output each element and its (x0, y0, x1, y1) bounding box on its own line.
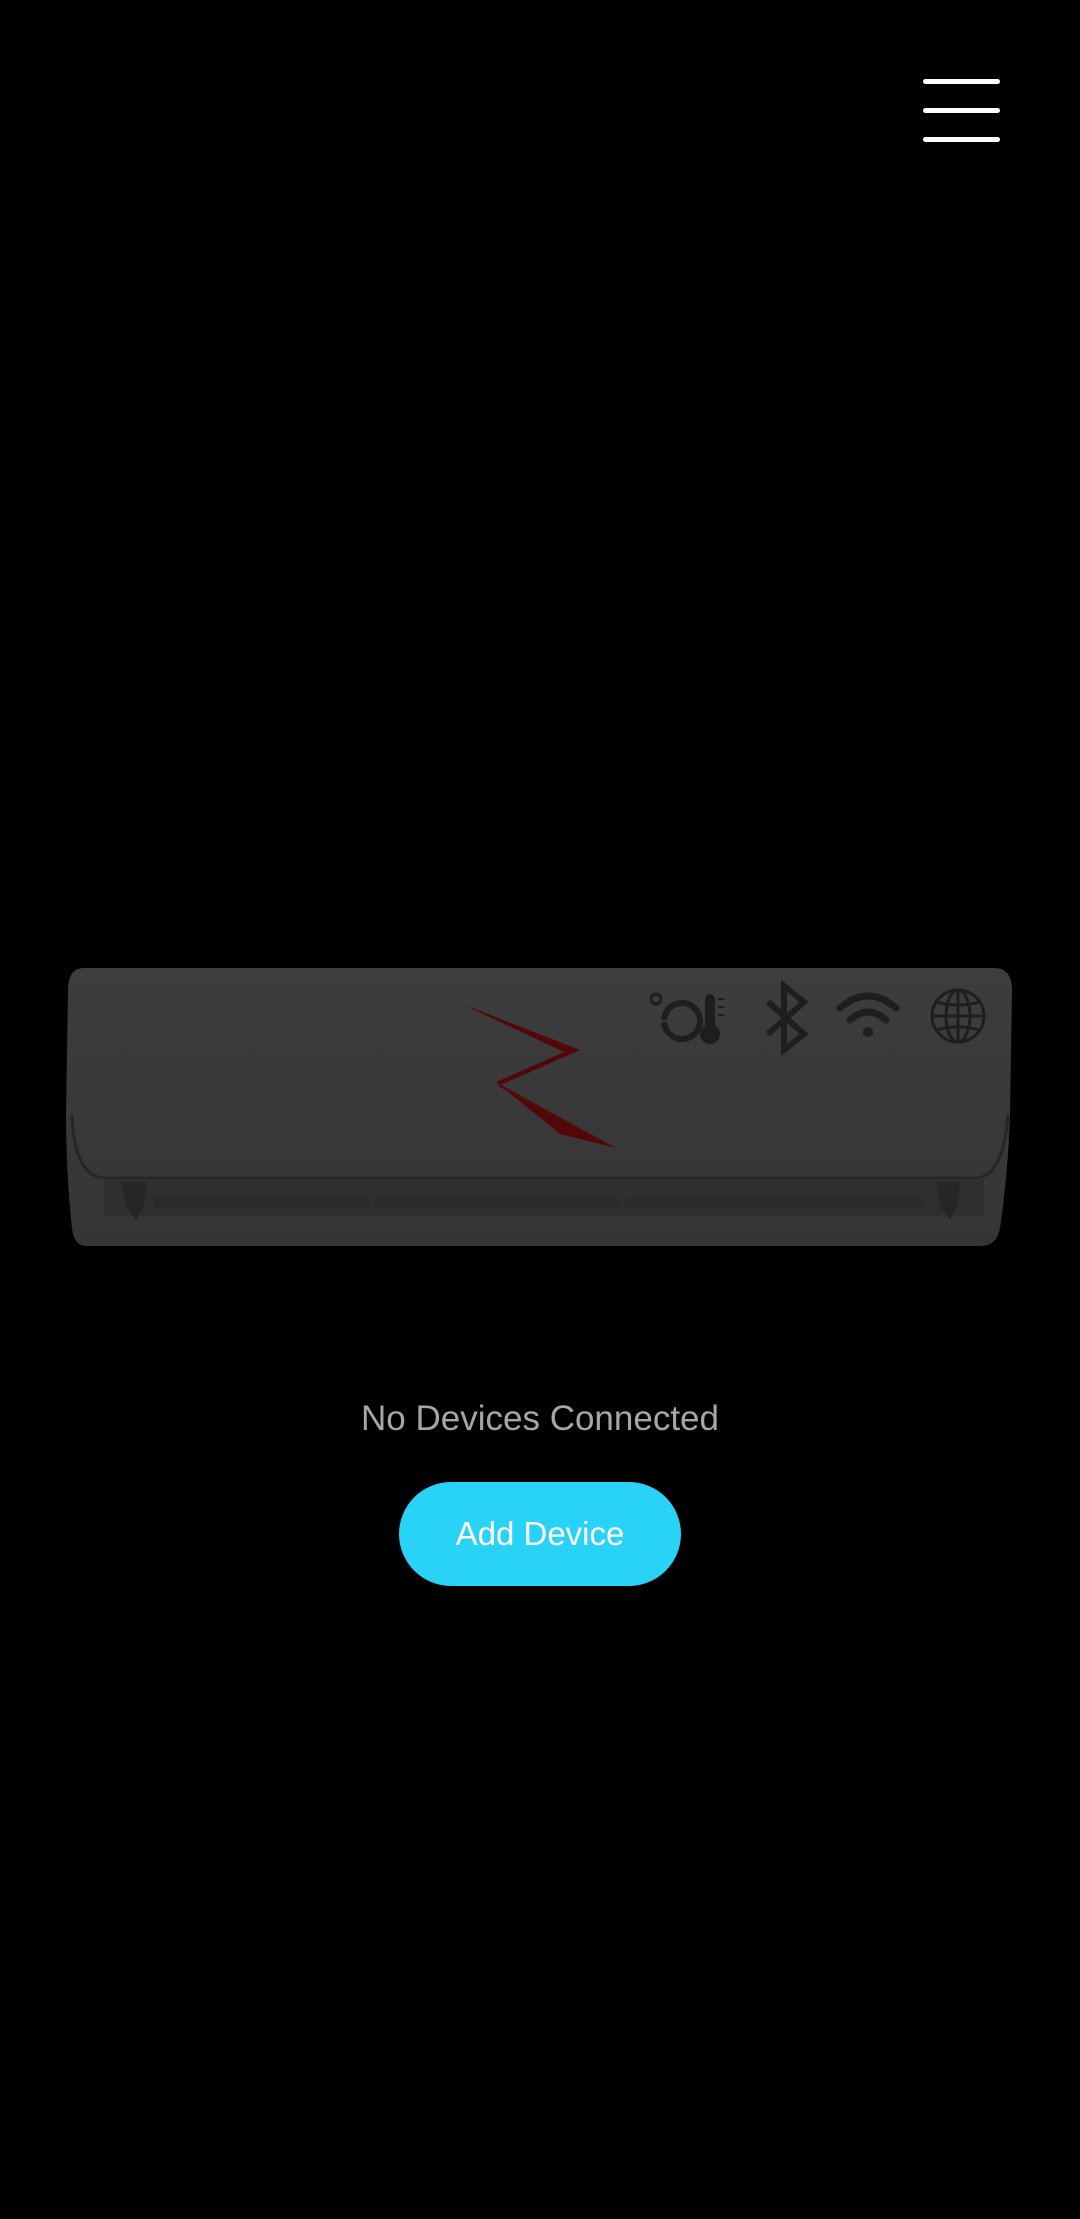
hamburger-menu-icon-line (923, 79, 1000, 84)
air-conditioner-illustration (64, 964, 1018, 1250)
hamburger-menu-icon-line (923, 108, 1000, 113)
menu-button[interactable] (908, 70, 1014, 156)
globe-icon (930, 988, 986, 1044)
add-device-button[interactable]: Add Device (399, 1482, 681, 1586)
hamburger-menu-icon-line (923, 137, 1000, 142)
no-devices-status-text: No Devices Connected (361, 1399, 719, 1438)
